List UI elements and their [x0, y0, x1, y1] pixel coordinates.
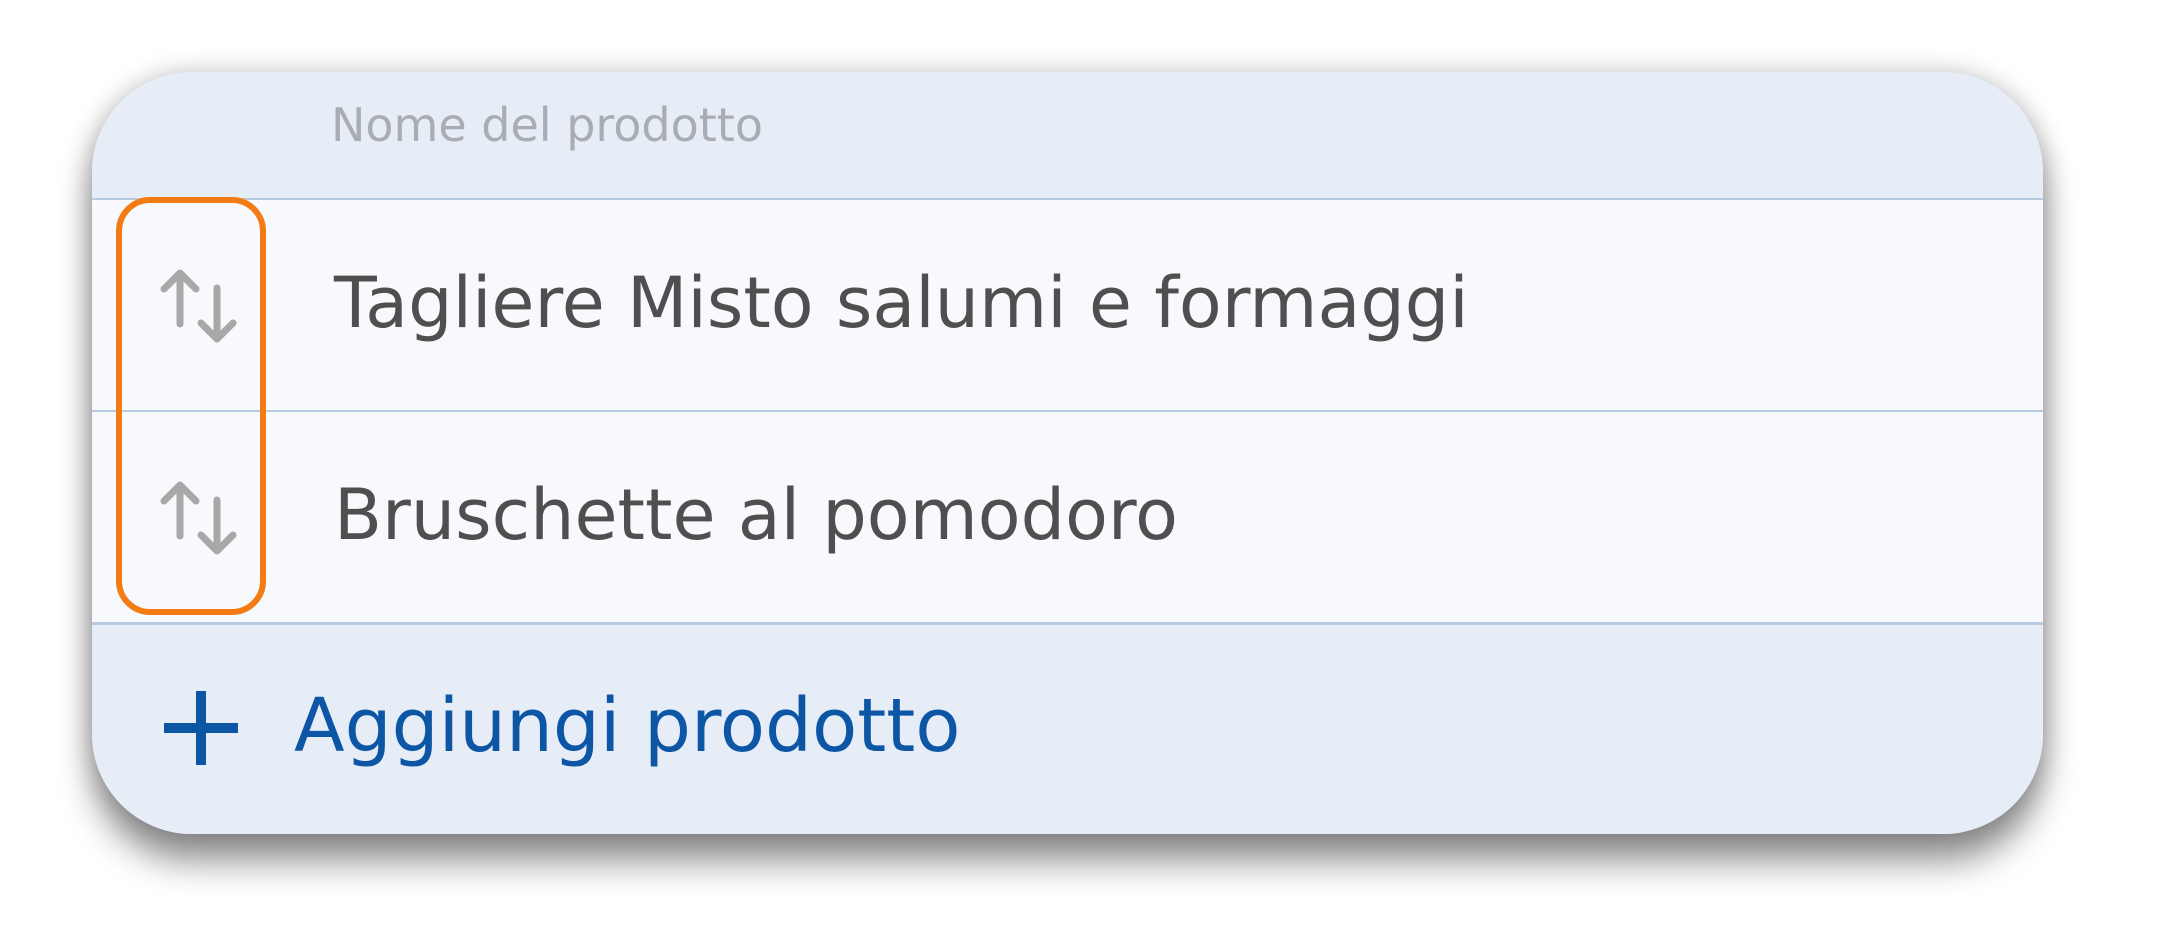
add-product-button[interactable]: Aggiungi prodotto	[92, 625, 2043, 834]
table-row[interactable]: Bruschette al pomodoro	[92, 412, 2043, 622]
add-product-label: Aggiungi prodotto	[294, 683, 961, 769]
sort-arrows-icon[interactable]	[146, 254, 250, 358]
column-header-product-name: Nome del prodotto	[331, 98, 763, 152]
product-name: Bruschette al pomodoro	[334, 474, 1178, 556]
plus-icon	[164, 691, 238, 765]
table-header: Nome del prodotto	[92, 72, 2043, 200]
product-name: Tagliere Misto salumi e formaggi	[334, 262, 1469, 344]
sort-arrows-icon[interactable]	[146, 466, 250, 570]
product-list-card: Nome del prodotto Tagliere Misto salumi …	[92, 72, 2043, 834]
table-row[interactable]: Tagliere Misto salumi e formaggi	[92, 200, 2043, 410]
